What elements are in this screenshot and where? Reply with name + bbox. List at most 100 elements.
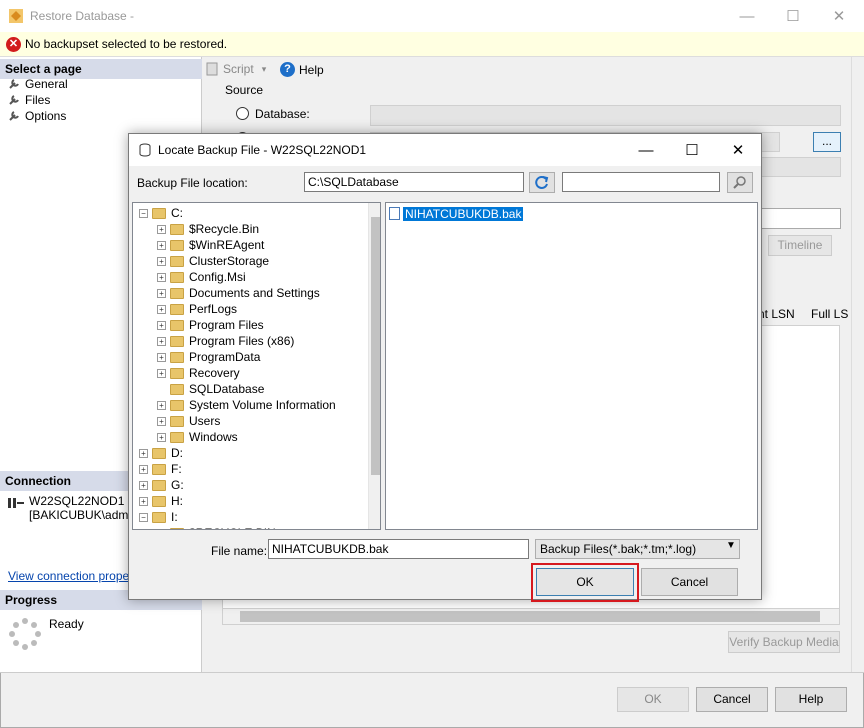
expand-icon[interactable]: + (157, 288, 166, 298)
dialog-ok-button[interactable]: OK (536, 568, 634, 596)
tree-node[interactable]: + $Recycle.Bin (157, 221, 259, 237)
tree-node[interactable]: + Users (157, 413, 220, 429)
expand-icon[interactable]: + (157, 416, 166, 426)
page-files[interactable]: Files (8, 93, 50, 107)
file-list-item[interactable]: NIHATCUBUKDB.bak (389, 206, 524, 221)
expand-icon[interactable]: + (139, 480, 148, 490)
folder-icon (170, 399, 184, 411)
browse-button[interactable]: ... (813, 132, 841, 152)
expand-icon[interactable]: + (139, 448, 148, 458)
collapse-icon[interactable]: − (139, 512, 148, 522)
script-icon (206, 62, 218, 76)
maximize-button[interactable]: ☐ (770, 0, 816, 32)
expand-icon[interactable]: + (157, 368, 166, 378)
file-name-selected: NIHATCUBUKDB.bak (403, 206, 524, 221)
wrench-icon (9, 95, 19, 105)
column-header-full-lsn: Full LS (811, 307, 849, 321)
scrollbar-thumb[interactable] (371, 217, 380, 475)
folder-icon (170, 303, 184, 315)
tree-node[interactable]: + H: (139, 493, 183, 509)
cancel-button[interactable]: Cancel (696, 687, 768, 712)
file-type-select[interactable]: Backup Files(*.bak;*.tm;*.log) (535, 539, 740, 559)
page-options[interactable]: Options (8, 109, 66, 123)
expand-icon[interactable]: + (157, 272, 166, 282)
tree-node[interactable]: SQLDatabase (157, 381, 264, 397)
dialog-close-button[interactable]: ✕ (715, 134, 761, 166)
dialog-minimize-button[interactable]: — (623, 134, 669, 166)
error-icon: ✕ (6, 37, 21, 52)
expand-icon[interactable]: + (139, 496, 148, 506)
folder-icon (170, 431, 184, 443)
expand-icon[interactable]: + (157, 352, 166, 362)
chevron-down-icon: ▼ (726, 540, 736, 551)
folder-icon (170, 527, 184, 529)
expand-icon[interactable]: + (157, 320, 166, 330)
tree-node-label: Windows (189, 430, 238, 444)
expand-icon[interactable]: + (157, 528, 166, 529)
tree-node[interactable]: + Program Files (x86) (157, 333, 294, 349)
expand-icon[interactable]: + (139, 464, 148, 474)
script-button[interactable]: Script ▾ (205, 62, 266, 76)
search-button[interactable] (727, 172, 753, 193)
database-radio[interactable] (236, 107, 249, 120)
tree-node[interactable]: + G: (139, 477, 184, 493)
expand-icon[interactable]: + (157, 240, 166, 250)
tree-node-label: $Recycle.Bin (189, 222, 260, 236)
help-button[interactable]: ? Help (280, 62, 324, 77)
tree-node[interactable]: + $RECYCLE.BIN (157, 525, 276, 529)
device-database-select[interactable] (760, 157, 841, 177)
file-name-label: File name: (211, 544, 268, 558)
script-label: Script (223, 62, 254, 76)
restore-to-select[interactable] (760, 208, 841, 229)
tree-node[interactable]: + ClusterStorage (157, 253, 269, 269)
backup-file-location-input[interactable]: C:\SQLDatabase (304, 172, 524, 192)
tree-node[interactable]: + PerfLogs (157, 301, 237, 317)
scrollbar-thumb[interactable] (240, 611, 820, 622)
page-general[interactable]: General (8, 77, 68, 91)
folder-tree[interactable]: − C: + $Recycle.Bin + $WinREAgent + ClusterStor… (132, 202, 381, 530)
dialog-maximize-button[interactable]: ☐ (669, 134, 715, 166)
drive-folder-icon (152, 511, 166, 523)
wrench-icon (9, 79, 19, 89)
file-name-input[interactable]: NIHATCUBUKDB.bak (268, 539, 529, 559)
help-dialog-button[interactable]: Help (775, 687, 847, 712)
tree-vertical-scrollbar[interactable] (368, 203, 380, 529)
tree-node[interactable]: + Recovery (157, 365, 240, 381)
verify-backup-media-button[interactable]: Verify Backup Media (728, 631, 840, 653)
tree-node[interactable]: − I: (139, 509, 178, 525)
expand-icon[interactable]: + (157, 336, 166, 346)
tree-node[interactable]: + Documents and Settings (157, 285, 320, 301)
expand-icon[interactable]: + (157, 400, 166, 410)
tree-node[interactable]: − C: (139, 205, 183, 221)
tree-node[interactable]: + Windows (157, 429, 238, 445)
vertical-scrollbar[interactable] (851, 57, 864, 672)
database-label: Database: (255, 107, 310, 121)
tree-node[interactable]: + Program Files (157, 317, 264, 333)
dialog-cancel-button[interactable]: Cancel (641, 568, 738, 596)
refresh-button[interactable] (529, 172, 555, 193)
tree-node[interactable]: + Config.Msi (157, 269, 246, 285)
expand-icon[interactable]: + (157, 224, 166, 234)
minimize-button[interactable]: — (724, 0, 770, 32)
error-message: No backupset selected to be restored. (25, 37, 228, 51)
collapse-icon[interactable]: − (139, 208, 148, 218)
expand-icon[interactable]: + (157, 304, 166, 314)
tree-node[interactable]: + $WinREAgent (157, 237, 264, 253)
expand-icon[interactable]: + (157, 256, 166, 266)
tree-node[interactable]: + F: (139, 461, 182, 477)
tree-node[interactable]: + System Volume Information (157, 397, 336, 413)
expand-icon[interactable]: + (157, 432, 166, 442)
file-list[interactable]: NIHATCUBUKDB.bak (385, 202, 758, 530)
tree-node-label: SQLDatabase (189, 382, 265, 396)
refresh-icon (535, 176, 549, 189)
tree-node[interactable]: + ProgramData (157, 349, 260, 365)
close-button[interactable]: ✕ (816, 0, 862, 32)
search-input[interactable] (562, 172, 720, 192)
database-icon (139, 143, 151, 157)
database-select[interactable] (370, 105, 841, 126)
dialog-title-bar: Locate Backup File - W22SQL22NOD1 — ☐ ✕ (129, 134, 761, 166)
timeline-button[interactable]: Timeline (768, 235, 832, 256)
ok-button[interactable]: OK (617, 687, 689, 712)
tree-node-label: D: (171, 446, 183, 460)
tree-node[interactable]: + D: (139, 445, 183, 461)
